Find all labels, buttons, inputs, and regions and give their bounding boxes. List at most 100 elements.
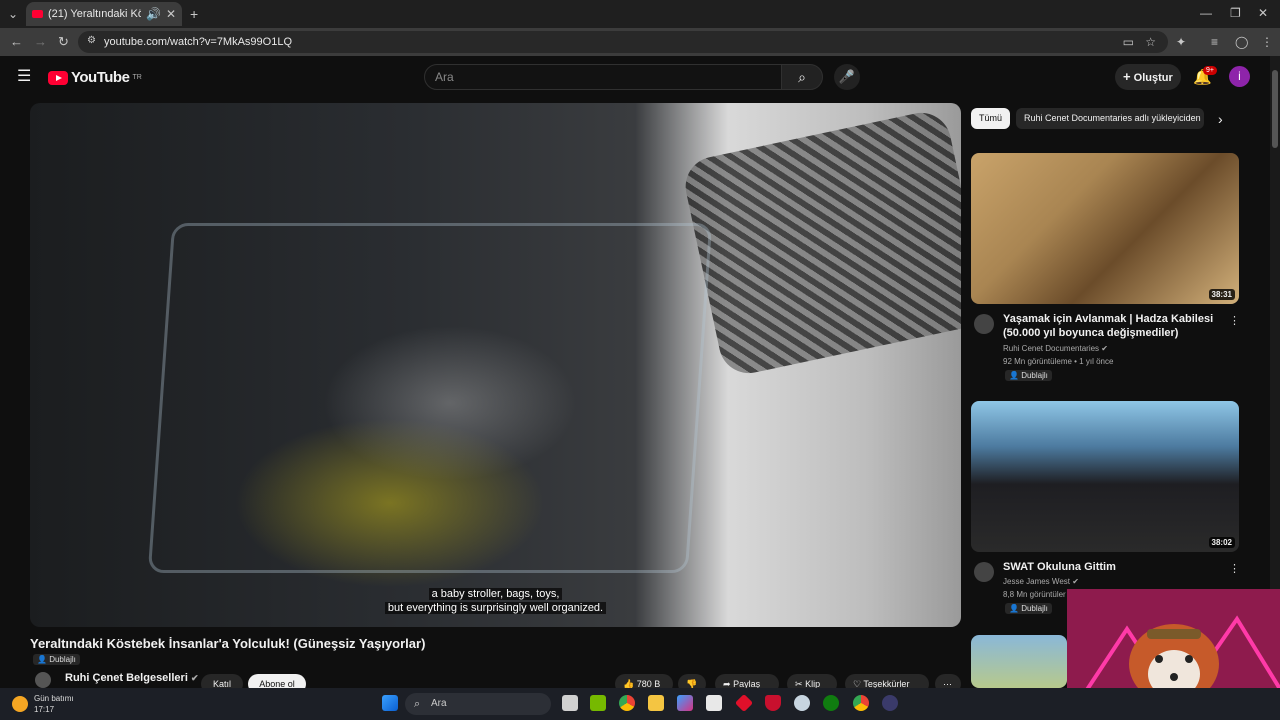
address-bar: ← → ↻ ⚙ youtube.com/watch?v=7MkAs99O1LQ … — [0, 28, 1280, 56]
taskbar-search-icon: ⌕ — [414, 698, 421, 710]
channel-avatar[interactable] — [974, 314, 994, 334]
bookmark-star-icon[interactable]: ☆ — [1145, 36, 1156, 48]
verified-icon: ✔ — [190, 673, 199, 683]
account-avatar[interactable]: i — [1229, 66, 1250, 87]
verified-icon: ✔ — [1072, 577, 1079, 586]
video-duration: 38:31 — [1208, 289, 1235, 300]
sidebar-video-stats: 92 Mn görüntüleme • 1 yıl önce — [1003, 357, 1114, 366]
media-controls-icon[interactable]: ≡ — [1211, 36, 1218, 48]
youtube-play-icon — [48, 70, 68, 85]
hamburger-menu-icon[interactable]: ☰ — [17, 69, 31, 85]
video-thumbnail[interactable]: 38:31 — [971, 153, 1239, 304]
minimize-icon[interactable]: — — [1200, 7, 1212, 19]
video-duration: 38:02 — [1208, 537, 1235, 548]
chevron-right-icon[interactable]: › — [1218, 112, 1223, 126]
create-button[interactable]: + Oluştur — [1115, 64, 1181, 90]
taskbar-search[interactable]: ⌕ Ara — [405, 693, 551, 715]
video-player[interactable]: a baby stroller, bags, toys, but everyth… — [30, 103, 961, 627]
voice-search-button[interactable]: 🎤 — [834, 64, 860, 90]
captions: a baby stroller, bags, toys, but everyth… — [30, 587, 961, 615]
clock-time[interactable]: 17:17 — [34, 705, 54, 714]
caption-line-1: a baby stroller, bags, toys, — [428, 588, 563, 600]
chrome-icon[interactable] — [619, 695, 635, 711]
xbox-icon[interactable] — [823, 695, 839, 711]
app-red-diamond-icon[interactable] — [734, 693, 754, 713]
caption-line-2: but everything is surprisingly well orga… — [384, 602, 607, 614]
extensions-icon[interactable]: ✦ — [1176, 36, 1186, 48]
windows-start-icon[interactable] — [382, 695, 398, 711]
audio-icon[interactable]: 🔊 — [146, 8, 161, 20]
more-vertical-icon[interactable]: ⋮ — [1229, 314, 1240, 327]
cast-icon[interactable]: ▭ — [1123, 36, 1134, 48]
verified-icon: ✔ — [1101, 344, 1108, 353]
os-taskbar: Gün batımı 17:17 ⌕ Ara — [0, 688, 1280, 720]
channel-name-text: Ruhi Çenet Belgeselleri — [65, 672, 188, 684]
profile-icon[interactable]: ◯ — [1235, 36, 1248, 48]
video-thumbnail[interactable] — [971, 635, 1067, 688]
more-vertical-icon[interactable]: ⋮ — [1229, 562, 1240, 575]
search-icon: ⌕ — [798, 69, 806, 85]
shield-icon[interactable] — [765, 695, 781, 711]
dubbed-badge: 👤 Dublajlı — [33, 654, 80, 665]
close-window-icon[interactable]: ✕ — [1258, 7, 1268, 19]
logo-text: YouTube — [71, 69, 130, 86]
sidebar-channel-text: Ruhi Cenet Documentaries — [1003, 344, 1100, 353]
sidebar-video-channel[interactable]: Jesse James West ✔ — [1003, 577, 1079, 586]
channel-avatar[interactable] — [35, 672, 51, 688]
url-field[interactable]: ⚙ youtube.com/watch?v=7MkAs99O1LQ ▭ ☆ — [78, 31, 1168, 53]
channel-avatar[interactable] — [974, 562, 994, 582]
sidebar-video-channel[interactable]: Ruhi Cenet Documentaries ✔ — [1003, 344, 1108, 353]
sidebar-video-title[interactable]: Yaşamak için Avlanmak | Hadza Kabilesi (… — [1003, 312, 1218, 340]
chrome-active-icon[interactable] — [853, 695, 869, 711]
site-info-icon[interactable]: ⚙ — [87, 36, 96, 46]
browser-menu-icon[interactable]: ⋮ — [1261, 36, 1273, 48]
search-button[interactable]: ⌕ — [781, 64, 823, 90]
plus-icon: + — [1123, 69, 1131, 84]
chip-from-uploader[interactable]: Ruhi Cenet Documentaries adlı yükleyicid… — [1016, 108, 1204, 129]
video-title: Yeraltındaki Köstebek İnsanlar'a Yolculu… — [30, 636, 426, 651]
sidebar-video-title[interactable]: SWAT Okuluna Gittim — [1003, 560, 1218, 574]
new-tab-icon[interactable]: + — [190, 7, 198, 21]
dubbed-badge: 👤 Dublajlı — [1005, 603, 1052, 614]
video-thumbnail[interactable]: 38:02 — [971, 401, 1239, 552]
store-icon[interactable] — [706, 695, 722, 711]
region-code: TR — [132, 74, 142, 81]
copilot-icon[interactable] — [677, 695, 693, 711]
file-explorer-icon[interactable] — [648, 695, 664, 711]
youtube-header: ☰ YouTube TR Ara ⌕ 🎤 + Oluştur 🔔 9+ i — [0, 56, 1270, 100]
sidebar-channel-text: Jesse James West — [1003, 577, 1070, 586]
url-text: youtube.com/watch?v=7MkAs99O1LQ — [104, 36, 293, 48]
video-scene-box — [147, 223, 713, 573]
channel-name[interactable]: Ruhi Çenet Belgeselleri ✔ — [65, 672, 198, 684]
dubbed-label: Dublajlı — [49, 655, 76, 664]
dubbed-label: Dublajlı — [1021, 604, 1048, 613]
tab-title: (21) Yeraltındaki Köstebek İ — [48, 8, 141, 20]
dubbed-label: Dublajlı — [1021, 371, 1048, 380]
search-placeholder: Ara — [435, 70, 454, 84]
nvidia-icon[interactable] — [590, 695, 606, 711]
reload-icon[interactable]: ↻ — [58, 35, 69, 48]
youtube-favicon-icon — [32, 10, 43, 18]
search-input[interactable]: Ara — [424, 64, 782, 90]
task-view-icon[interactable] — [562, 695, 578, 711]
youtube-logo[interactable]: YouTube TR — [48, 69, 142, 86]
microphone-icon: 🎤 — [838, 69, 856, 84]
maximize-icon[interactable]: ❐ — [1230, 7, 1241, 19]
weather-icon[interactable] — [12, 696, 28, 712]
dubbed-badge: 👤 Dublajlı — [1005, 370, 1052, 381]
scrollbar-thumb[interactable] — [1272, 70, 1278, 148]
steam-icon[interactable] — [794, 695, 810, 711]
obs-icon[interactable] — [882, 695, 898, 711]
weather-label[interactable]: Gün batımı — [34, 694, 74, 703]
browser-tabstrip: ⌄ (21) Yeraltındaki Köstebek İ 🔊 ✕ + — ❐… — [0, 0, 1280, 28]
browser-tab[interactable]: (21) Yeraltındaki Köstebek İ 🔊 ✕ — [26, 2, 182, 26]
tab-search-icon[interactable]: ⌄ — [8, 8, 18, 20]
chip-all[interactable]: Tümü — [971, 108, 1011, 129]
notification-badge: 9+ — [1203, 66, 1217, 75]
sidebar-video-stats: 8,8 Mn görüntüler — [1003, 590, 1066, 599]
close-tab-icon[interactable]: ✕ — [166, 8, 176, 20]
back-icon[interactable]: ← — [10, 35, 23, 48]
taskbar-search-label: Ara — [431, 698, 447, 709]
forward-icon[interactable]: → — [34, 35, 47, 48]
create-label: Oluştur — [1133, 72, 1173, 84]
